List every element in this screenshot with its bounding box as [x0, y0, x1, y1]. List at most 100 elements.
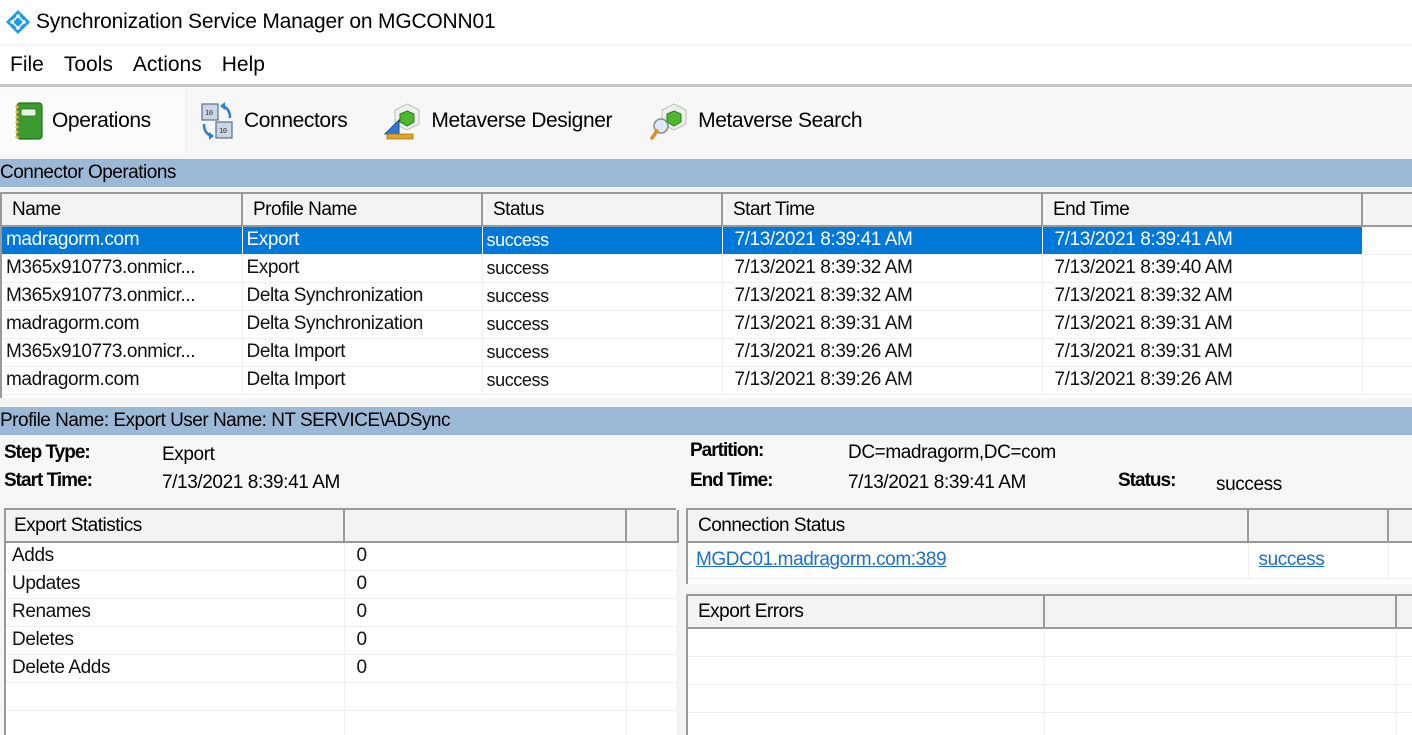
cell-status: success: [482, 282, 723, 311]
col-header-export-errors[interactable]: Export Errors: [688, 596, 1045, 629]
metaverse-designer-button[interactable]: Metaverse Designer: [371, 89, 624, 153]
cell-start-time: 7/13/2021 8:39:31 AM: [722, 310, 1043, 339]
stat-value: 0: [344, 626, 627, 655]
table-row[interactable]: M365x910773.onmicr... Delta Synchronizat…: [2, 282, 1412, 311]
metaverse-search-button[interactable]: Metaverse Search: [638, 89, 874, 153]
step-type-label: Step Type:: [4, 442, 91, 463]
menu-actions[interactable]: Actions: [123, 53, 212, 77]
ops-header-row: Name Profile Name Status Start Time End …: [2, 194, 1412, 227]
stat-value: 0: [344, 598, 627, 627]
col-header-start-time[interactable]: Start Time: [722, 194, 1043, 227]
col-header-profile-name[interactable]: Profile Name: [242, 194, 483, 227]
cell-profile: Export: [242, 254, 483, 283]
cell-name: madragorm.com: [2, 310, 243, 339]
toolbar: Operations 10 10 Connectors Metaverse De…: [0, 84, 1412, 154]
cell-profile: Delta Import: [242, 338, 483, 367]
stat-label: Deletes: [6, 626, 345, 655]
col-header-filler: [1396, 596, 1412, 629]
cell-filler: [1362, 366, 1412, 395]
cell-end-time: 7/13/2021 8:39:40 AM: [1042, 254, 1363, 283]
end-time-value: 7/13/2021 8:39:41 AM: [848, 472, 1026, 493]
cell-status: success: [482, 338, 723, 367]
cell-profile: Delta Synchronization: [242, 282, 483, 311]
cell-name: M365x910773.onmicr...: [2, 338, 243, 367]
cell-filler: [1362, 254, 1412, 283]
col-header-error-detail[interactable]: [1044, 596, 1397, 629]
cell-profile: Delta Import: [242, 366, 483, 395]
cell-filler: [1362, 310, 1412, 339]
connection-status-grid: Connection Status MGDC01.madragorm.com:3…: [686, 508, 1412, 584]
table-row[interactable]: madragorm.com Delta Synchronization succ…: [2, 310, 1412, 339]
stat-row[interactable]: Adds 0: [6, 542, 679, 571]
metaverse-designer-icon: [384, 102, 420, 139]
table-row[interactable]: madragorm.com Export success 7/13/2021 8…: [2, 226, 1412, 255]
col-header-name[interactable]: Name: [2, 194, 243, 227]
sync-diamond-icon: [6, 10, 30, 34]
operations-button[interactable]: Operations: [0, 88, 186, 153]
operations-label: Operations: [52, 108, 151, 132]
col-header-end-time[interactable]: End Time: [1042, 194, 1363, 227]
cell-name: madragorm.com: [2, 226, 243, 255]
table-row[interactable]: M365x910773.onmicr... Export success 7/1…: [2, 254, 1412, 283]
partition-value: DC=madragorm,DC=com: [848, 442, 1056, 463]
profile-info-bar: Profile Name: Export User Name: NT SERVI…: [0, 407, 1412, 435]
table-row[interactable]: madragorm.com Delta Import success 7/13/…: [2, 366, 1412, 395]
cell-status: success: [482, 254, 723, 283]
window-title: Synchronization Service Manager on MGCON…: [36, 10, 496, 33]
svg-text:10: 10: [205, 109, 213, 117]
col-header-conn-result[interactable]: [1248, 510, 1389, 543]
stat-row[interactable]: Delete Adds 0: [6, 654, 679, 683]
stat-value: 0: [344, 570, 627, 599]
stat-value: 0: [344, 542, 627, 571]
export-errors-grid: Export Errors: [686, 594, 1412, 735]
step-type-value: Export: [162, 444, 215, 465]
cell-start-time: 7/13/2021 8:39:41 AM: [722, 226, 1043, 255]
menu-help[interactable]: Help: [212, 53, 275, 77]
menu-tools[interactable]: Tools: [54, 53, 123, 77]
empty-row: [688, 656, 1412, 685]
connection-server-link[interactable]: MGDC01.madragorm.com:389: [696, 549, 947, 570]
col-header-filler: [1362, 194, 1412, 227]
profile-info-text: Profile Name: Export User Name: NT SERVI…: [0, 410, 450, 431]
start-time-label: Start Time:: [4, 470, 93, 491]
connection-row[interactable]: MGDC01.madragorm.com:389 success: [688, 542, 1412, 579]
status-value: success: [1216, 474, 1282, 495]
cell-name: madragorm.com: [2, 366, 243, 395]
cell-start-time: 7/13/2021 8:39:32 AM: [722, 254, 1043, 283]
stat-row[interactable]: Renames 0: [6, 598, 679, 627]
cell-end-time: 7/13/2021 8:39:41 AM: [1042, 226, 1363, 255]
connection-status-link[interactable]: success: [1259, 549, 1325, 570]
cell-name: M365x910773.onmicr...: [2, 282, 243, 311]
cell-start-time: 7/13/2021 8:39:32 AM: [722, 282, 1043, 311]
col-header-connection-status[interactable]: Connection Status: [688, 510, 1249, 543]
col-header-status[interactable]: Status: [482, 194, 723, 227]
empty-row: [688, 628, 1412, 657]
status-label: Status:: [1118, 470, 1176, 491]
cell-start-time: 7/13/2021 8:39:26 AM: [722, 338, 1043, 367]
cell-filler: [1362, 338, 1412, 367]
stat-label: Adds: [6, 542, 345, 571]
menu-file[interactable]: File: [0, 53, 54, 77]
cell-end-time: 7/13/2021 8:39:26 AM: [1042, 366, 1363, 395]
cell-name: M365x910773.onmicr...: [2, 254, 243, 283]
svg-text:10: 10: [219, 127, 227, 135]
cell-end-time: 7/13/2021 8:39:31 AM: [1042, 310, 1363, 339]
table-row[interactable]: M365x910773.onmicr... Delta Import succe…: [2, 338, 1412, 367]
metaverse-search-label: Metaverse Search: [698, 108, 863, 132]
cell-status: success: [482, 226, 723, 255]
end-time-label: End Time:: [690, 470, 773, 491]
cell-start-time: 7/13/2021 8:39:26 AM: [722, 366, 1043, 395]
col-header-export-statistics[interactable]: Export Statistics: [6, 510, 345, 543]
stat-label: Renames: [6, 598, 345, 627]
errors-header-row: Export Errors: [688, 596, 1412, 629]
conn-header-row: Connection Status: [688, 510, 1412, 543]
connector-operations-title: Connector Operations: [0, 162, 176, 183]
stat-row[interactable]: Deletes 0: [6, 626, 679, 655]
col-header-value[interactable]: [344, 510, 627, 543]
cell-end-time: 7/13/2021 8:39:32 AM: [1042, 282, 1363, 311]
connectors-label: Connectors: [244, 108, 348, 132]
stat-row[interactable]: Updates 0: [6, 570, 679, 599]
connectors-button[interactable]: 10 10 Connectors: [186, 89, 359, 153]
metaverse-designer-label: Metaverse Designer: [431, 108, 613, 132]
start-time-value: 7/13/2021 8:39:41 AM: [162, 472, 340, 493]
